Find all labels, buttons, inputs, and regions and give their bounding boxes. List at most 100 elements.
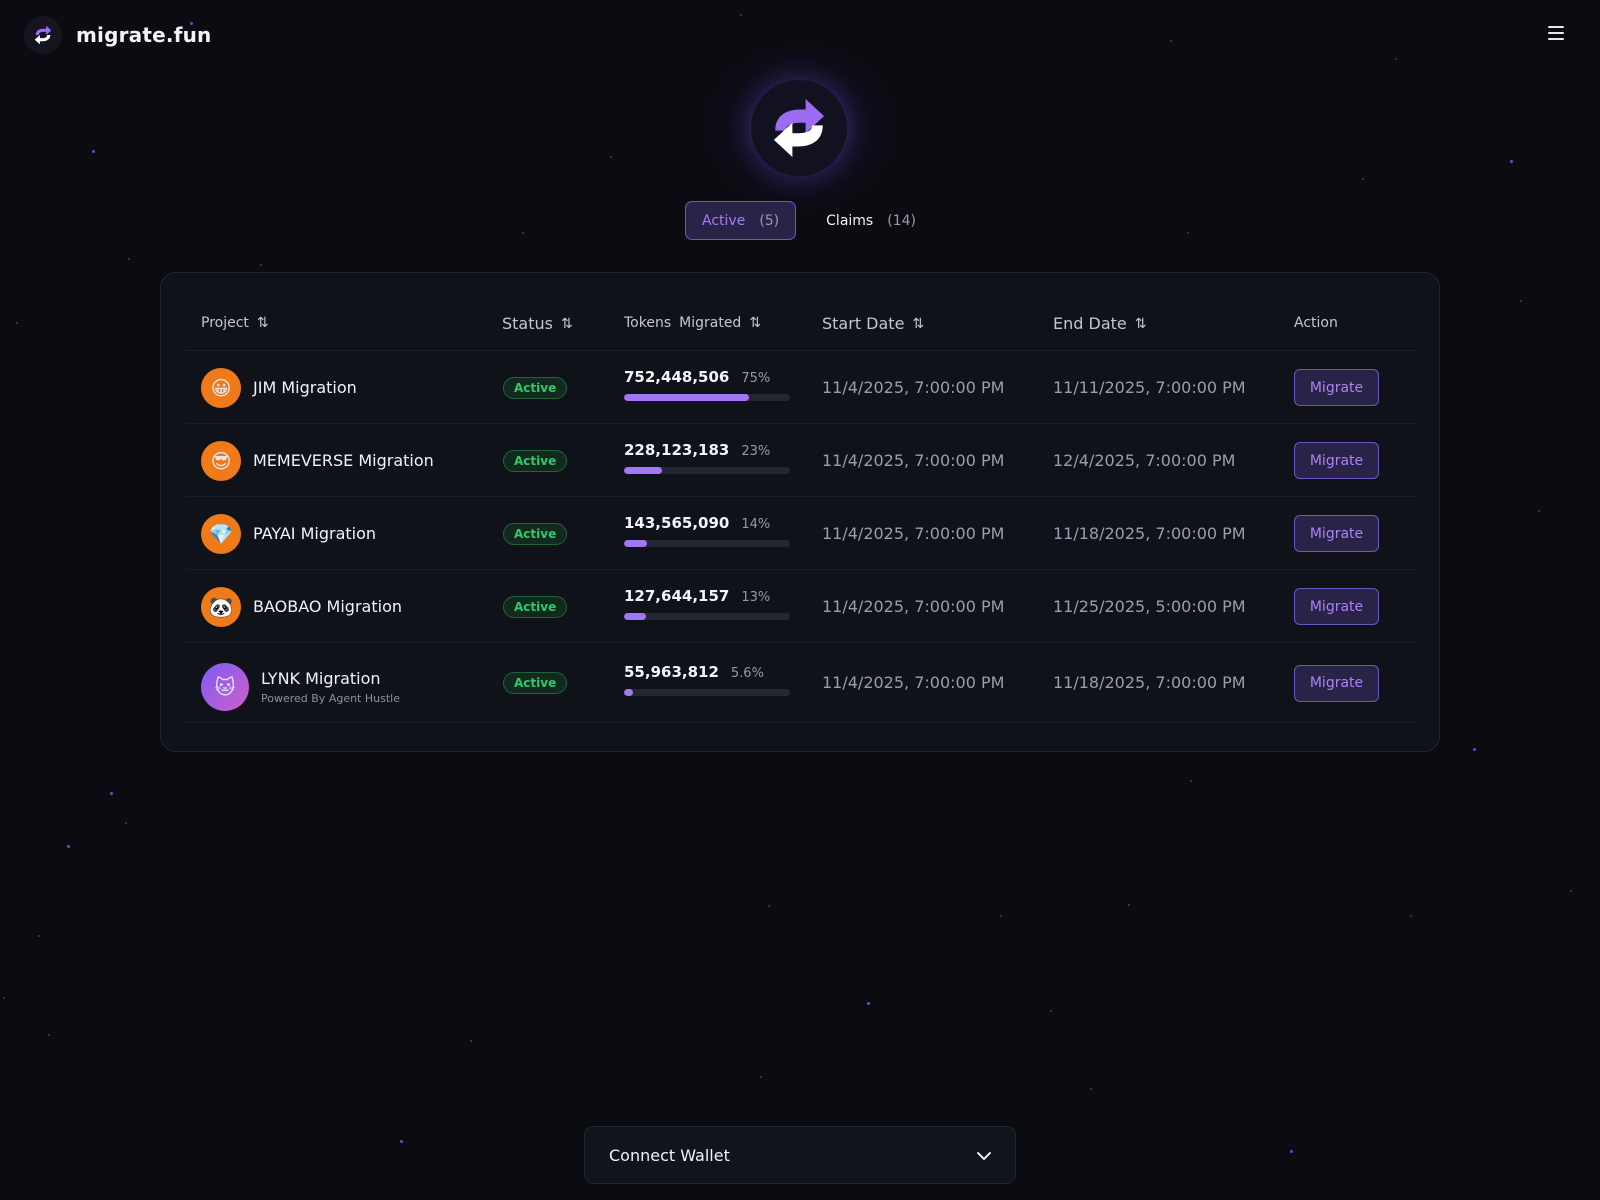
star-dot (610, 156, 612, 158)
project-name: LYNK Migration (261, 669, 381, 688)
star-dot (1510, 160, 1513, 163)
connect-wallet-label: Connect Wallet (609, 1145, 730, 1165)
column-label: Action (1294, 315, 1338, 331)
view-tabs: Active (5) Claims (14) (685, 201, 932, 240)
status-cell: Active (503, 595, 568, 618)
progress-bar-fill (624, 539, 648, 547)
tokens-percent: 14% (741, 516, 771, 532)
project-name: PAYAI Migration (253, 524, 377, 543)
status-badge: Active (503, 449, 568, 472)
progress-bar (624, 393, 790, 401)
start-date: 11/4/2025, 7:00:00 PM (822, 523, 1005, 543)
tokens-cell: 55,963,812 5.6% (624, 663, 790, 696)
tokens-values: 55,963,812 5.6% (624, 663, 764, 681)
project-text: JIM Migration (253, 378, 357, 397)
tab-label: Active (702, 212, 746, 229)
star-dot (260, 264, 262, 266)
migrate-button[interactable]: Migrate (1294, 664, 1379, 702)
hamburger-menu-icon[interactable] (1548, 26, 1564, 40)
start-date-cell: 11/4/2025, 7:00:00 PM (822, 597, 1004, 616)
column-header-start-date[interactable]: Start Date ⇅ (822, 314, 924, 333)
tokens-migrated: 143,565,090 (624, 513, 730, 532)
star-dot (1520, 300, 1522, 302)
status-badge: Active (503, 522, 568, 545)
column-label: Migrated (679, 315, 742, 331)
sort-icon: ⇅ (912, 315, 925, 332)
tokens-cell: 127,644,157 13% (624, 587, 790, 620)
sort-icon: ⇅ (749, 315, 762, 331)
project-cell[interactable]: 🐼 BAOBAO Migration (201, 586, 402, 627)
tab-label: Claims (826, 212, 874, 229)
project-cell[interactable]: 😎 MEMEVERSE Migration (201, 440, 434, 481)
end-date-cell: 11/25/2025, 5:00:00 PM (1053, 597, 1246, 616)
status-badge: Active (503, 595, 568, 618)
action-cell: Migrate (1294, 442, 1379, 479)
project-text: BAOBAO Migration (253, 597, 402, 616)
star-dot (400, 1140, 403, 1143)
project-cell[interactable]: 💎 PAYAI Migration (201, 513, 377, 554)
project-cell[interactable]: 😀 JIM Migration (201, 367, 357, 408)
project-avatar: 💎 (201, 513, 241, 554)
star-dot (67, 845, 70, 848)
brand-name: migrate.fun (76, 23, 212, 47)
table-header: Project ⇅ Status ⇅ Tokens Migrated ⇅ Sta… (185, 301, 1417, 351)
tokens-migrated: 752,448,506 (624, 367, 730, 386)
connect-wallet-button[interactable]: Connect Wallet (584, 1126, 1016, 1184)
column-header-project[interactable]: Project ⇅ (201, 315, 269, 331)
column-header-end-date[interactable]: End Date ⇅ (1053, 314, 1146, 333)
tokens-cell: 228,123,183 23% (624, 441, 790, 474)
migrate-button[interactable]: Migrate (1294, 442, 1379, 479)
tab-active[interactable]: Active (5) (685, 201, 797, 240)
star-dot (768, 905, 770, 907)
status-badge: Active (503, 376, 568, 399)
end-date: 11/18/2025, 7:00:00 PM (1053, 523, 1246, 543)
migrate-button[interactable]: Migrate (1294, 515, 1379, 552)
star-dot (1410, 915, 1412, 917)
column-label: End Date (1053, 314, 1127, 333)
progress-bar-fill (624, 689, 634, 696)
star-dot (125, 822, 127, 824)
tokens-values: 752,448,506 75% (624, 368, 770, 386)
brand[interactable]: migrate.fun (24, 16, 211, 54)
end-date-cell: 12/4/2025, 7:00:00 PM (1053, 451, 1235, 470)
star-dot (1538, 510, 1540, 512)
progress-bar (624, 612, 790, 620)
star-dot (1050, 1010, 1052, 1012)
progress-bar (624, 689, 790, 696)
status-cell: Active (503, 522, 568, 545)
end-date: 11/25/2025, 5:00:00 PM (1053, 596, 1246, 616)
column-header-status[interactable]: Status ⇅ (502, 314, 573, 333)
start-date-cell: 11/4/2025, 7:00:00 PM (822, 378, 1004, 397)
end-date-cell: 11/11/2025, 7:00:00 PM (1053, 378, 1246, 397)
project-text: LYNK Migration Powered By Agent Hustle (261, 669, 400, 705)
project-avatar: 😀 (201, 367, 241, 408)
sort-icon: ⇅ (256, 315, 269, 331)
star-dot (16, 322, 18, 324)
star-dot (1128, 904, 1130, 906)
swap-arrows-icon (24, 16, 62, 54)
tab-claims[interactable]: Claims (14) (810, 201, 932, 240)
status-cell: Active (503, 672, 568, 694)
project-name: JIM Migration (253, 378, 357, 397)
project-cell[interactable]: 🐱 LYNK Migration Powered By Agent Hustle (201, 663, 400, 711)
tokens-values: 127,644,157 13% (624, 587, 770, 605)
star-dot (1290, 1150, 1293, 1153)
migrate-button[interactable]: Migrate (1294, 588, 1379, 625)
end-date-cell: 11/18/2025, 7:00:00 PM (1053, 673, 1246, 692)
column-label: Tokens (624, 315, 672, 331)
status-cell: Active (503, 376, 568, 399)
tokens-values: 228,123,183 23% (624, 441, 770, 459)
migrate-button[interactable]: Migrate (1294, 369, 1379, 406)
end-date-cell: 11/18/2025, 7:00:00 PM (1053, 524, 1246, 543)
star-dot (1362, 178, 1364, 180)
start-date: 11/4/2025, 7:00:00 PM (822, 377, 1005, 397)
star-dot (1473, 748, 1476, 751)
project-name: MEMEVERSE Migration (253, 451, 434, 470)
project-avatar: 🐼 (201, 586, 241, 627)
progress-bar-fill (624, 612, 646, 620)
column-header-tokens-migrated[interactable]: Tokens Migrated ⇅ (624, 315, 761, 331)
star-dot (38, 935, 40, 937)
project-subtitle: Powered By Agent Hustle (261, 692, 400, 705)
star-dot (48, 1034, 50, 1036)
migrations-table-card: Project ⇅ Status ⇅ Tokens Migrated ⇅ Sta… (160, 272, 1440, 752)
